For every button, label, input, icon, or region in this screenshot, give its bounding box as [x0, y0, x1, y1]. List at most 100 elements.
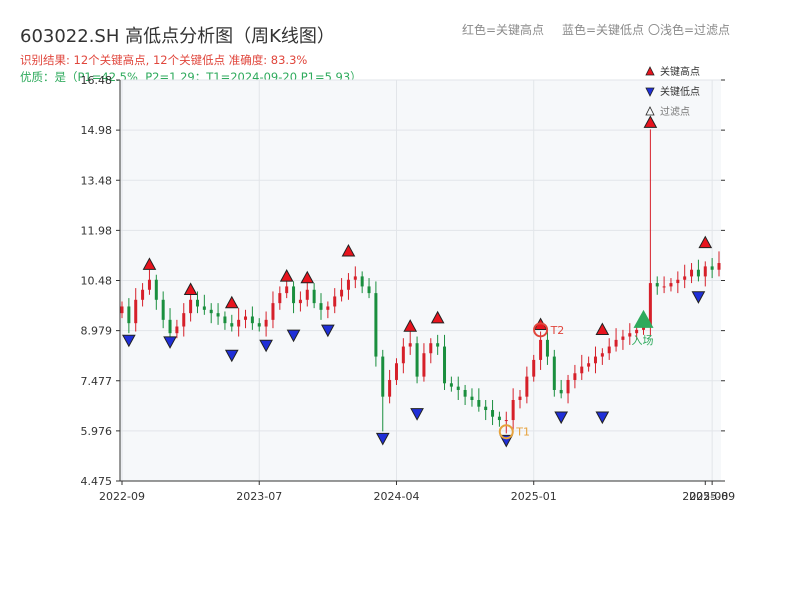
- kline-chart: T2 T1 入场 4.475 5.976 7.477 8.979 10.48 11.98 13.…: [81, 65, 736, 503]
- candle-body: [333, 296, 337, 307]
- candle-body: [401, 346, 405, 364]
- candle-body: [518, 396, 522, 400]
- candle-body: [429, 343, 433, 354]
- legend-filtered-label: 过滤点: [660, 105, 690, 118]
- candle-body: [292, 286, 296, 304]
- candle-body: [545, 339, 549, 357]
- candle-body: [195, 299, 199, 307]
- y-tick-label: 10.48: [81, 275, 113, 288]
- candle-body: [182, 313, 186, 327]
- candle-body: [477, 399, 481, 407]
- candle-body: [134, 299, 138, 324]
- candle-body: [463, 389, 467, 397]
- x-axis-ticks: 2022-09 2023-07 2024-04 2025-01 2025-092025-…: [99, 481, 735, 503]
- y-tick-label: 14.98: [81, 124, 113, 137]
- candle-body: [580, 366, 584, 374]
- candle-body: [264, 319, 268, 327]
- candle-body: [374, 293, 378, 357]
- candle-body: [353, 276, 357, 280]
- legend-high-marker: [645, 66, 655, 76]
- y-tick-label: 7.477: [81, 375, 113, 388]
- candle-body: [223, 316, 227, 324]
- candle-body: [120, 306, 124, 314]
- candle-body: [456, 386, 460, 390]
- candle-body: [587, 363, 591, 367]
- candle-body: [600, 353, 604, 357]
- candle-body: [484, 406, 488, 411]
- candle-body: [539, 339, 543, 360]
- candle-body: [525, 376, 529, 397]
- candle-body: [607, 346, 611, 354]
- candle-body: [491, 410, 495, 417]
- candle-body: [710, 266, 714, 270]
- candle-body: [614, 339, 618, 347]
- x-tick-label: 2025-08: [682, 490, 728, 503]
- y-tick-label: 8.979: [81, 325, 113, 338]
- candle-body: [415, 343, 419, 377]
- candle-body: [676, 279, 680, 284]
- candle-body: [189, 299, 193, 314]
- candle-body: [662, 286, 666, 288]
- candle-body: [319, 303, 323, 310]
- candle-body: [154, 279, 158, 300]
- candle-body: [305, 289, 309, 300]
- candle-body: [422, 353, 426, 377]
- candle-body: [237, 319, 241, 327]
- candle-body: [717, 263, 721, 270]
- candle-body: [635, 329, 639, 334]
- candle-body: [436, 343, 440, 347]
- candle-body: [202, 306, 206, 310]
- x-tick-label: 2025-01: [511, 490, 557, 503]
- candle-body: [312, 289, 316, 304]
- x-tick-label: 2024-04: [373, 490, 419, 503]
- candle-body: [408, 343, 412, 347]
- y-tick-label: 4.475: [81, 475, 113, 488]
- candle-body: [394, 363, 398, 380]
- candle-body: [257, 323, 261, 327]
- candle-body: [504, 420, 508, 422]
- candle-body: [690, 269, 694, 277]
- candle-body: [703, 266, 707, 277]
- legend-high-label: 关键高点: [660, 65, 700, 78]
- x-tick-label: 2023-07: [236, 490, 282, 503]
- candle-body: [532, 359, 536, 377]
- t2-label: T2: [550, 324, 565, 337]
- candle-body: [209, 309, 213, 314]
- candle-body: [230, 323, 234, 327]
- candle-body: [175, 326, 179, 334]
- candle-body: [360, 276, 364, 287]
- candle-body: [497, 416, 501, 421]
- candle-body: [340, 289, 344, 297]
- candle-body: [449, 383, 453, 387]
- entry-label: 入场: [632, 333, 654, 347]
- candle-body: [216, 313, 220, 317]
- y-tick-label: 5.976: [81, 425, 113, 438]
- candle-body: [147, 279, 151, 290]
- legend-low-label: 关键低点: [660, 85, 700, 98]
- candle-body: [244, 316, 248, 320]
- candle-body: [285, 286, 289, 294]
- candle-body: [443, 346, 447, 384]
- y-tick-label: 11.98: [81, 224, 113, 237]
- candle-body: [127, 306, 131, 324]
- candle-body: [141, 289, 145, 300]
- candle-body: [696, 269, 700, 277]
- candle-body: [669, 283, 673, 287]
- candle-body: [573, 373, 577, 380]
- y-tick-label: 16.48: [81, 74, 113, 87]
- candle-body: [161, 299, 165, 320]
- candle-body: [346, 279, 350, 290]
- candle-body: [298, 299, 302, 304]
- x-tick-label: 2022-09: [99, 490, 145, 503]
- candle-body: [168, 319, 172, 334]
- t1-label: T1: [515, 426, 530, 439]
- candle-body: [566, 379, 570, 394]
- candle-body: [388, 379, 392, 397]
- candle-body: [655, 283, 659, 287]
- candle-body: [250, 316, 254, 324]
- candle-body: [271, 303, 275, 320]
- candle-body: [683, 276, 687, 280]
- candle-body: [552, 356, 556, 390]
- candle-body: [648, 283, 652, 327]
- candle-body: [621, 336, 625, 340]
